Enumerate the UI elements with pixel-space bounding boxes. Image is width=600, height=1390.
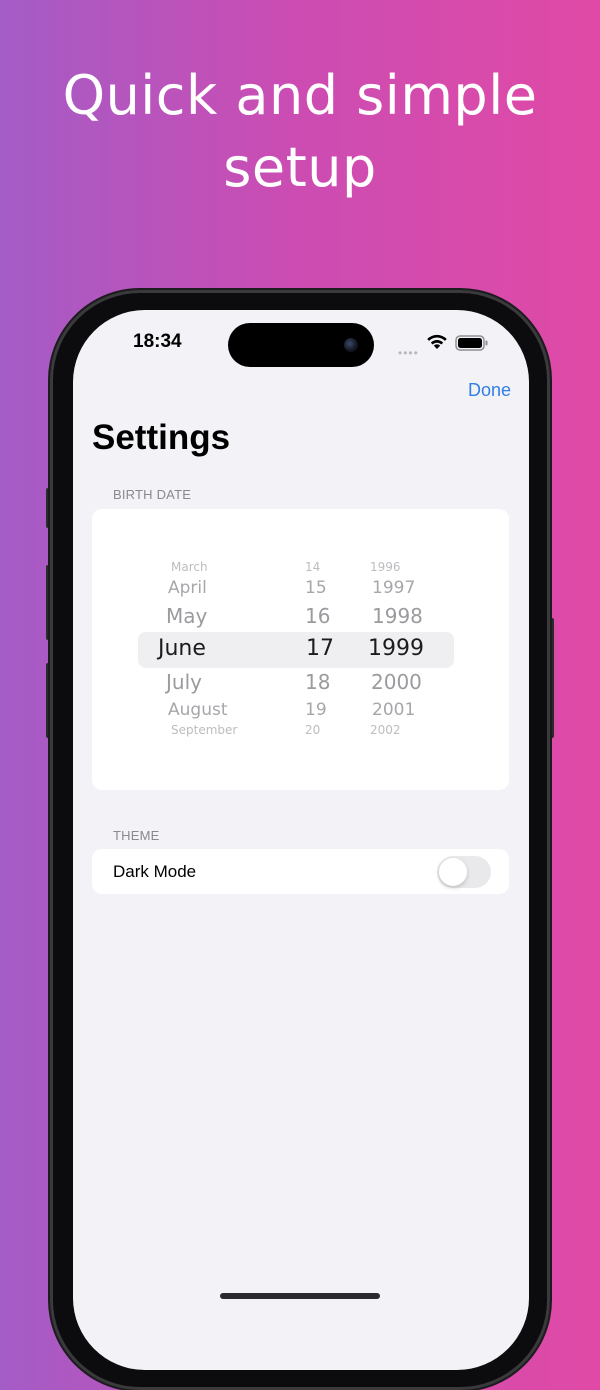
picker-year-item[interactable]: 1996 [370, 560, 401, 574]
theme-section-label: THEME [113, 828, 160, 843]
picker-day-item[interactable]: 20 [305, 723, 320, 737]
picker-month-item[interactable]: May [166, 604, 207, 628]
picker-year-item[interactable]: 2000 [371, 670, 422, 694]
picker-day-item[interactable]: 16 [305, 604, 330, 628]
marketing-headline: Quick and simple setup [0, 60, 600, 204]
picker-month-item[interactable]: September [171, 723, 237, 737]
headline-line-1: Quick and simple [62, 64, 538, 127]
picker-year-item[interactable]: 1998 [372, 604, 423, 628]
picker-day-item[interactable]: 18 [305, 670, 330, 694]
status-time: 18:34 [133, 331, 182, 352]
picker-day-item[interactable]: 15 [305, 578, 327, 598]
camera-icon [344, 338, 358, 352]
toggle-knob [439, 858, 467, 886]
picker-day-selected[interactable]: 17 [306, 636, 334, 661]
picker-month-item[interactable]: March [171, 560, 208, 574]
wifi-icon [427, 334, 447, 349]
picker-year-item[interactable]: 2002 [370, 723, 401, 737]
page-title: Settings [92, 418, 231, 457]
picker-month-item[interactable]: August [168, 700, 228, 720]
picker-month-item[interactable]: July [166, 670, 202, 694]
signal-icon: •••• [398, 346, 419, 360]
home-indicator[interactable] [220, 1293, 380, 1299]
done-button[interactable]: Done [468, 380, 511, 401]
power-button [550, 618, 554, 738]
battery-icon [455, 335, 488, 351]
picker-year-item[interactable]: 2001 [372, 700, 415, 720]
picker-day-item[interactable]: 14 [305, 560, 320, 574]
picker-month-item[interactable]: April [168, 578, 207, 598]
picker-year-item[interactable]: 1997 [372, 578, 415, 598]
picker-month-selected[interactable]: June [158, 636, 206, 661]
dark-mode-label: Dark Mode [113, 862, 197, 881]
picker-day-item[interactable]: 19 [305, 700, 327, 720]
birth-date-section-label: BIRTH DATE [113, 487, 192, 502]
dark-mode-toggle[interactable] [437, 856, 491, 888]
picker-year-selected[interactable]: 1999 [368, 636, 424, 661]
headline-line-2: setup [223, 136, 377, 199]
